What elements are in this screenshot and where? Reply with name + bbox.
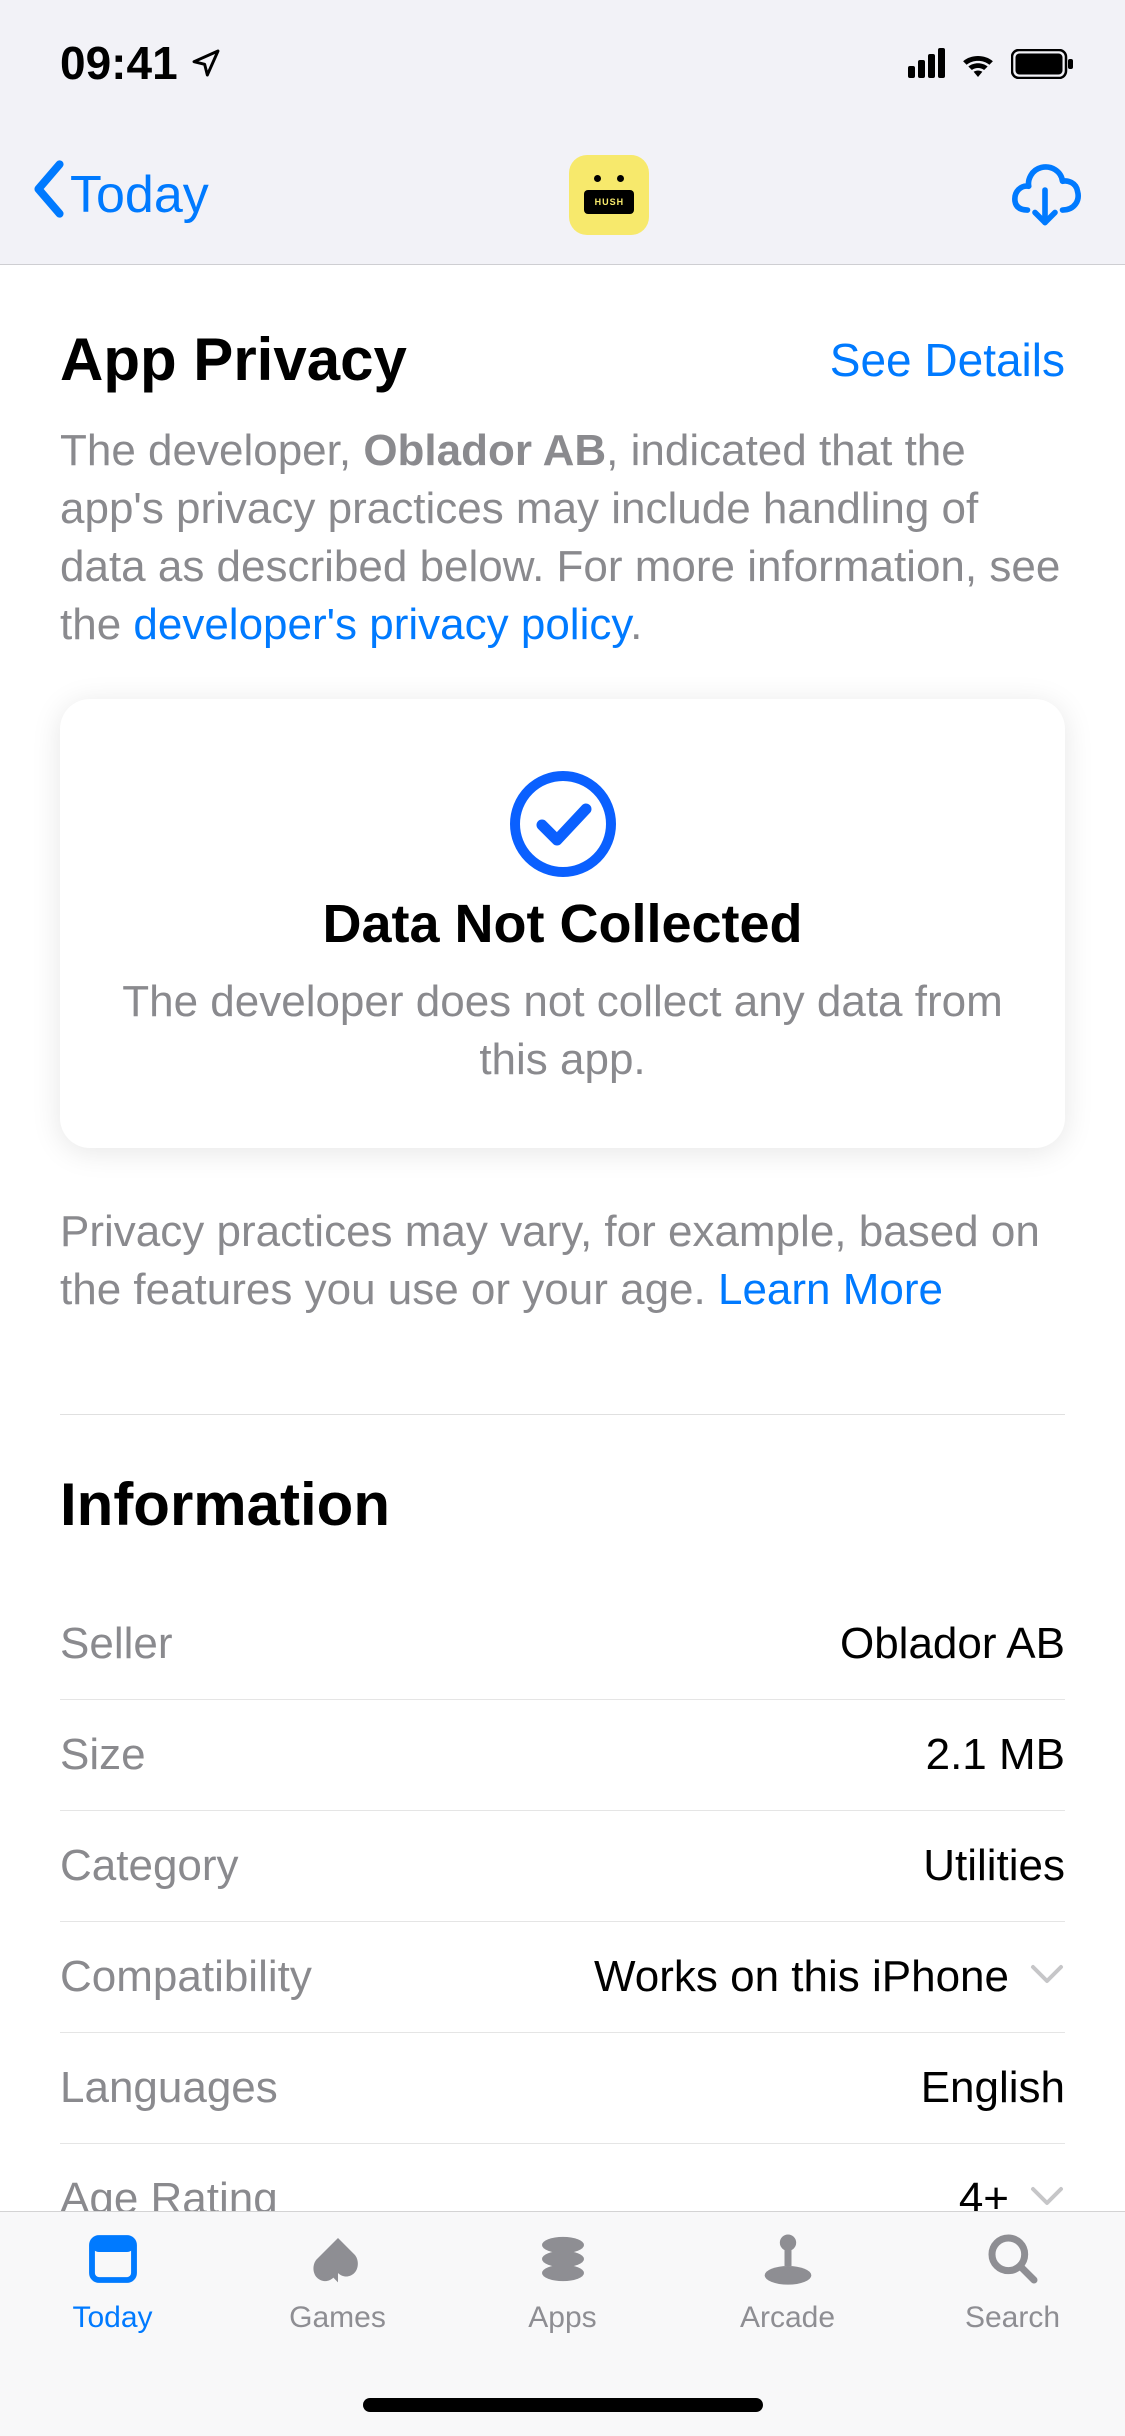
card-title: Data Not Collected [120,893,1005,955]
app-privacy-title: App Privacy [60,325,407,394]
privacy-intro: The developer, Oblador AB, indicated tha… [60,422,1065,654]
info-label: Languages [60,2063,278,2113]
cellular-icon [908,48,945,78]
status-bar: 09:41 [0,0,1125,125]
card-text: The developer does not collect any data … [120,973,1005,1087]
back-button[interactable]: Today [30,159,209,230]
tab-search[interactable]: Search [900,2227,1125,2436]
privacy-policy-link[interactable]: developer's privacy policy [133,600,630,649]
download-button[interactable] [1010,157,1085,232]
tab-label: Games [289,2301,386,2335]
location-icon [190,36,222,90]
status-time: 09:41 [60,36,178,90]
battery-icon [1011,36,1075,90]
info-label: Size [60,1730,146,1780]
chevron-left-icon [30,159,68,230]
games-icon [306,2227,370,2291]
learn-more-link[interactable]: Learn More [718,1265,943,1314]
arcade-icon [756,2227,820,2291]
app-icon-badge: HUSH [584,190,634,214]
info-row[interactable]: Age Rating 4+ [60,2144,1065,2211]
today-icon [81,2227,145,2291]
privacy-footer: Privacy practices may vary, for example,… [60,1203,1065,1319]
tab-label: Apps [528,2301,596,2335]
info-value: 4+ [959,2174,1009,2211]
info-row: Languages English [60,2033,1065,2144]
content: App Privacy See Details The developer, O… [0,265,1125,2211]
tab-today[interactable]: Today [0,2227,225,2436]
home-indicator[interactable] [363,2398,763,2412]
check-circle-icon [508,769,618,879]
info-label: Age Rating [60,2174,278,2211]
tab-label: Arcade [740,2301,835,2335]
info-row: Size 2.1 MB [60,1700,1065,1811]
info-value: Works on this iPhone [594,1952,1009,2002]
developer-name: Oblador AB [363,426,606,475]
wifi-icon [957,36,999,90]
info-value: Utilities [923,1841,1065,1891]
tab-label: Search [965,2301,1060,2335]
apps-icon [531,2227,595,2291]
chevron-down-icon [1029,2185,1065,2211]
app-privacy-section: App Privacy See Details The developer, O… [0,265,1125,2211]
data-not-collected-card: Data Not Collected The developer does no… [60,699,1065,1147]
info-row: Seller Oblador AB [60,1589,1065,1700]
info-label: Seller [60,1619,173,1669]
information-list: Seller Oblador AB Size 2.1 MB Category Utilit… [60,1589,1065,2211]
search-icon [981,2227,1045,2291]
information-title: Information [60,1470,1065,1539]
info-label: Compatibility [60,1952,312,2002]
navigation-bar: Today HUSH [0,125,1125,265]
info-value: Oblador AB [840,1619,1065,1669]
info-value: 2.1 MB [926,1730,1065,1780]
info-row[interactable]: Compatibility Works on this iPhone [60,1922,1065,2033]
chevron-down-icon [1029,1963,1065,1990]
info-row: Category Utilities [60,1811,1065,1922]
see-details-link[interactable]: See Details [830,333,1065,387]
info-value: English [921,2063,1065,2113]
back-label: Today [70,165,209,225]
app-icon[interactable]: HUSH [569,155,649,235]
info-label: Category [60,1841,239,1891]
divider [60,1414,1065,1415]
tab-label: Today [72,2301,152,2335]
